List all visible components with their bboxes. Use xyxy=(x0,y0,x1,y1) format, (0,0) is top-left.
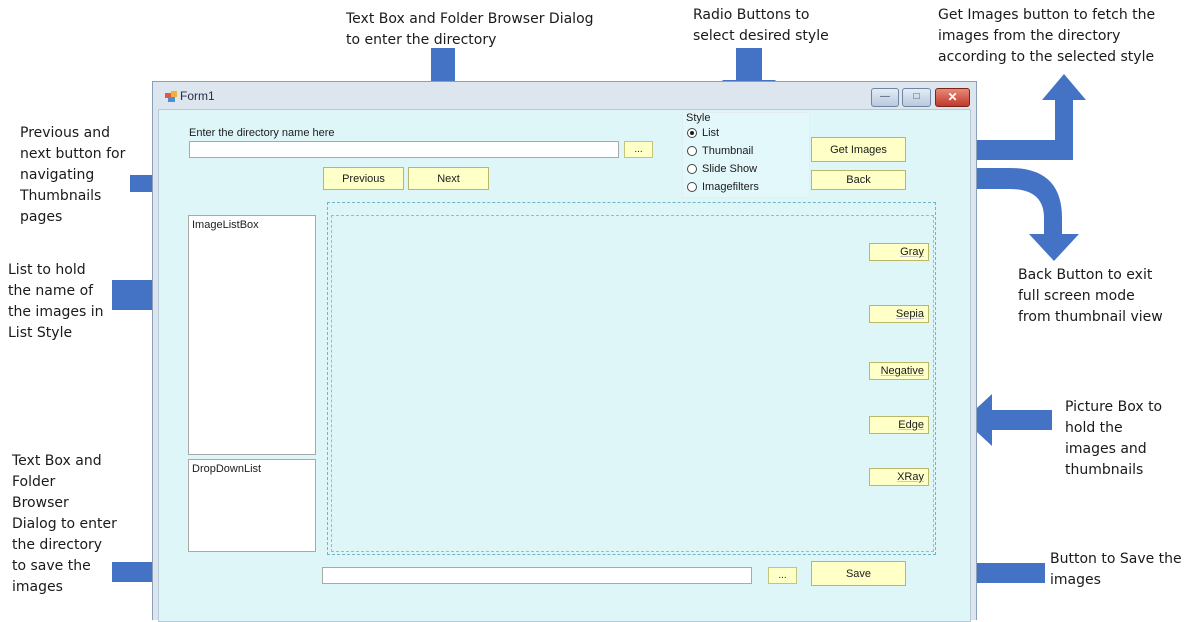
annotation-list: List to hold the name of the images in L… xyxy=(8,262,104,341)
filter-edge-button[interactable]: Edge xyxy=(869,416,929,434)
radio-thumbnail[interactable]: Thumbnail xyxy=(687,143,753,159)
filter-xray-button[interactable]: XRay xyxy=(869,468,929,486)
next-button[interactable]: Next xyxy=(408,167,489,190)
radio-imagefilters[interactable]: Imagefilters xyxy=(687,179,759,195)
get-images-button[interactable]: Get Images xyxy=(811,137,906,162)
radio-checked-icon xyxy=(687,128,697,138)
annotation-back: Back Button to exit full screen mode fro… xyxy=(1018,267,1163,325)
window-title: Form1 xyxy=(180,89,215,103)
save-browse-button[interactable]: ... xyxy=(768,567,797,584)
arrow-left-picture-box xyxy=(964,394,1052,446)
directory-input[interactable] xyxy=(189,141,619,158)
picture-box-inner xyxy=(331,215,934,552)
back-button[interactable]: Back xyxy=(811,170,906,190)
maximize-button[interactable]: □ xyxy=(902,88,931,107)
dropdown-list-label: DropDownList xyxy=(192,463,262,475)
minimize-button[interactable]: — xyxy=(871,88,899,107)
radio-icon xyxy=(687,164,697,174)
save-path-input[interactable] xyxy=(322,567,752,584)
annotation-get-images: Get Images button to fetch the images fr… xyxy=(938,7,1156,65)
picture-box[interactable] xyxy=(327,202,936,555)
previous-button[interactable]: Previous xyxy=(323,167,404,190)
annotation-save-button: Button to Save the images xyxy=(1050,551,1182,588)
form-window: Form1 — □ ✕ Enter the directory name her… xyxy=(152,81,977,622)
form-client-area: Enter the directory name here ... Previo… xyxy=(158,109,971,622)
image-listbox[interactable]: ImageListBox xyxy=(188,215,316,455)
close-icon: ✕ xyxy=(947,90,958,104)
style-group: Style List Thumbnail Slide Show Imagefil… xyxy=(682,112,810,198)
browse-directory-button[interactable]: ... xyxy=(624,141,653,158)
radio-icon xyxy=(687,182,697,192)
directory-label: Enter the directory name here xyxy=(189,127,335,139)
annotation-directory-dialog: Text Box and Folder Browser Dialog to en… xyxy=(346,11,594,48)
annotation-save-dialog: Text Box and Folder Browser Dialog to en… xyxy=(12,453,117,595)
filter-negative-button[interactable]: Negative xyxy=(869,362,929,380)
radio-list[interactable]: List xyxy=(687,125,719,141)
style-group-title: Style xyxy=(686,112,711,124)
maximize-icon: □ xyxy=(913,91,920,102)
title-bar[interactable]: Form1 — □ ✕ xyxy=(153,82,976,108)
radio-icon xyxy=(687,146,697,156)
save-button[interactable]: Save xyxy=(811,561,906,586)
annotation-prev-next: Previous and next button for navigating … xyxy=(20,125,126,225)
close-button[interactable]: ✕ xyxy=(935,88,970,107)
annotation-picture-box: Picture Box to hold the images and thumb… xyxy=(1065,399,1163,478)
dropdown-list[interactable]: DropDownList xyxy=(188,459,316,552)
filter-sepia-button[interactable]: Sepia xyxy=(869,305,929,323)
app-icon xyxy=(165,91,177,102)
minimize-icon: — xyxy=(880,91,890,102)
image-listbox-label: ImageListBox xyxy=(192,219,259,231)
filter-gray-button[interactable]: Gray xyxy=(869,243,929,261)
annotation-radio-buttons: Radio Buttons to select desired style xyxy=(693,7,829,44)
radio-slide-show[interactable]: Slide Show xyxy=(687,161,757,177)
